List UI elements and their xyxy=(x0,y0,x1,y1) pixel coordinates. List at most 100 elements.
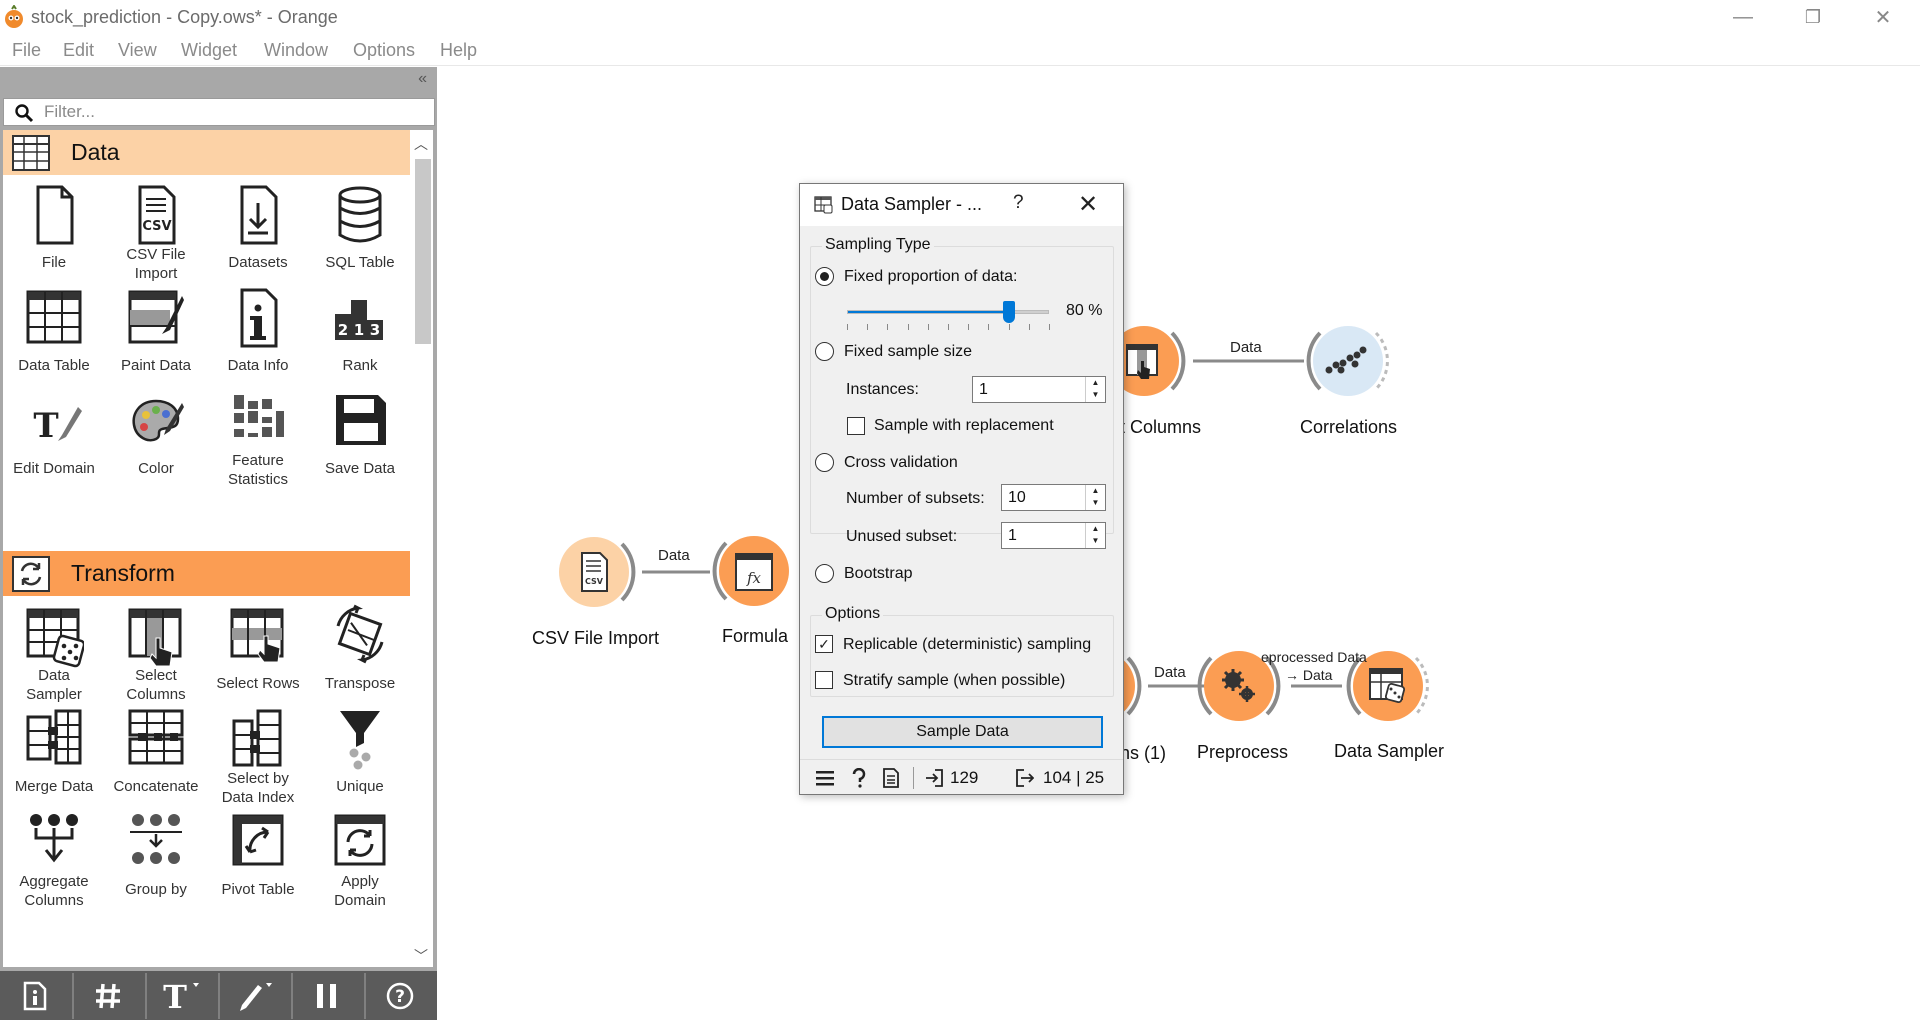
dialog-title-bar[interactable]: Data Sampler - ... ? ✕ xyxy=(800,184,1123,226)
widget-data-sampler[interactable]: Data Sampler xyxy=(3,596,105,703)
sample-data-button[interactable]: Sample Data xyxy=(822,716,1103,748)
svg-text:3: 3 xyxy=(370,321,380,339)
dialog-help-button[interactable]: ? xyxy=(1013,192,1024,214)
menu-icon[interactable] xyxy=(816,770,834,786)
widget-apply-domain[interactable]: Apply Domain xyxy=(309,802,411,912)
database-icon xyxy=(338,186,382,243)
widget-unique[interactable]: Unique xyxy=(309,699,411,799)
category-data-header[interactable]: Data xyxy=(3,130,410,175)
widget-datasets[interactable]: Datasets xyxy=(207,175,309,275)
widget-color[interactable]: Color xyxy=(105,381,207,491)
grid-button[interactable] xyxy=(74,974,142,1018)
help-button[interactable]: ? xyxy=(366,974,434,1018)
widget-transpose[interactable]: Transpose xyxy=(309,596,411,696)
node-formula[interactable]: fx xyxy=(712,536,789,606)
widget-csv-file-import[interactable]: CSV CSV File Import xyxy=(105,175,207,282)
select-columns-icon xyxy=(128,608,182,667)
scroll-up-arrow[interactable]: ︿ xyxy=(414,134,428,154)
widget-data-table[interactable]: Data Table xyxy=(3,278,105,378)
dialog-close-button[interactable]: ✕ xyxy=(1078,190,1098,219)
widget-pivot-table[interactable]: Pivot Table xyxy=(207,802,309,912)
widget-group-by[interactable]: Group by xyxy=(105,802,207,912)
scroll-down-arrow[interactable]: ﹀ xyxy=(414,946,428,966)
grid-icon xyxy=(96,983,120,1009)
menu-file[interactable]: File xyxy=(12,40,41,61)
svg-text:CSV: CSV xyxy=(585,577,604,586)
select-by-index-icon xyxy=(232,709,282,767)
widget-aggregate-columns[interactable]: Aggregate Columns xyxy=(3,802,105,912)
minimize-button[interactable]: — xyxy=(1708,0,1778,34)
report-icon[interactable] xyxy=(883,768,899,788)
slider-tick xyxy=(927,324,929,330)
arrow-annotation-button[interactable] xyxy=(220,974,288,1018)
close-button[interactable]: ✕ xyxy=(1848,0,1918,34)
category-transform-header[interactable]: Transform xyxy=(3,551,410,596)
widget-edit-domain[interactable]: T Edit Domain xyxy=(3,381,105,491)
subsets-spin-arrows[interactable]: ▲ ▼ xyxy=(1085,485,1105,510)
toolbox-scrollbar-thumb[interactable] xyxy=(415,159,431,344)
slider-tick xyxy=(1028,324,1030,330)
unused-subset-spinbox[interactable]: 1 ▲ ▼ xyxy=(1001,522,1106,549)
cross-validation-radio[interactable] xyxy=(815,453,834,472)
node-label-select-columns: t Columns xyxy=(1120,417,1202,437)
output-icon xyxy=(1016,769,1034,787)
node-label-correlations: Correlations xyxy=(1300,417,1398,437)
fixed-sample-size-radio[interactable] xyxy=(815,342,834,361)
menu-widget[interactable]: Widget xyxy=(181,40,237,61)
node-label-preprocess: Preprocess xyxy=(1197,742,1289,762)
stratify-checkbox[interactable] xyxy=(815,671,833,689)
data-sampler-icon xyxy=(814,196,833,214)
widget-save-data[interactable]: Save Data xyxy=(309,381,411,491)
menu-help[interactable]: Help xyxy=(440,40,477,61)
svg-text:CSV: CSV xyxy=(142,219,171,234)
status-input-count: 129 xyxy=(950,768,979,787)
slider-tick xyxy=(847,324,848,330)
node-correlations[interactable] xyxy=(1306,326,1389,396)
menu-window[interactable]: Window xyxy=(264,40,328,61)
collapse-panel-button[interactable]: « xyxy=(418,70,427,88)
widget-concatenate[interactable]: Concatenate xyxy=(105,699,207,799)
proportion-slider-track[interactable] xyxy=(847,310,1049,314)
fixed-proportion-radio[interactable] xyxy=(815,267,834,286)
widget-feature-statistics[interactable]: Feature Statistics xyxy=(207,381,309,491)
input-icon xyxy=(926,769,943,787)
info-button[interactable] xyxy=(1,974,69,1018)
menu-edit[interactable]: Edit xyxy=(63,40,94,61)
widget-rank[interactable]: 213 Rank xyxy=(309,278,411,378)
bootstrap-radio[interactable] xyxy=(815,564,834,583)
proportion-value: 80 % xyxy=(1066,302,1103,319)
pivot-table-icon xyxy=(232,814,284,866)
help-icon[interactable] xyxy=(851,768,867,788)
widget-select-by-data-index[interactable]: Select by Data Index xyxy=(207,699,309,806)
restore-button[interactable]: ❐ xyxy=(1778,0,1848,34)
widget-merge-data[interactable]: Merge Data xyxy=(3,699,105,799)
pause-icon xyxy=(317,984,336,1008)
link-label-sampler-data: → Data xyxy=(1285,667,1333,683)
text-annotation-button[interactable]: T xyxy=(147,974,215,1018)
widget-file[interactable]: File xyxy=(3,175,105,275)
instances-spinbox[interactable]: 1 ▲ ▼ xyxy=(972,376,1106,403)
widget-paint-data[interactable]: Paint Data xyxy=(105,278,207,378)
instances-spin-arrows[interactable]: ▲ ▼ xyxy=(1085,377,1105,402)
slider-tick xyxy=(907,324,909,330)
unused-spin-arrows[interactable]: ▲ ▼ xyxy=(1085,523,1105,548)
workflow-canvas[interactable]: CSV fx Data Data Data eprocessed Data → … xyxy=(437,67,1920,1020)
menu-view[interactable]: View xyxy=(118,40,157,61)
node-csv-file-import[interactable]: CSV xyxy=(559,537,636,607)
widget-sql-table[interactable]: SQL Table xyxy=(309,175,411,275)
slider-tick xyxy=(968,324,970,330)
sample-with-replacement-checkbox[interactable] xyxy=(847,417,865,435)
link-label-sc1-preprocess: Data xyxy=(1154,664,1186,681)
widget-data-info[interactable]: Data Info xyxy=(207,278,309,378)
filter-input[interactable] xyxy=(44,101,424,123)
proportion-slider-handle[interactable] xyxy=(1002,301,1015,323)
menu-options[interactable]: Options xyxy=(353,40,415,61)
slider-tick xyxy=(988,324,990,330)
link-label-preprocessed-data: eprocessed Data xyxy=(1261,649,1367,665)
pause-button[interactable] xyxy=(293,974,361,1018)
subsets-spinbox[interactable]: 10 ▲ ▼ xyxy=(1001,484,1106,511)
replicable-checkbox[interactable]: ✓ xyxy=(815,635,833,653)
orange-logo-icon xyxy=(5,5,23,28)
widget-select-rows[interactable]: Select Rows xyxy=(207,596,309,696)
widget-select-columns[interactable]: Select Columns xyxy=(105,596,207,703)
